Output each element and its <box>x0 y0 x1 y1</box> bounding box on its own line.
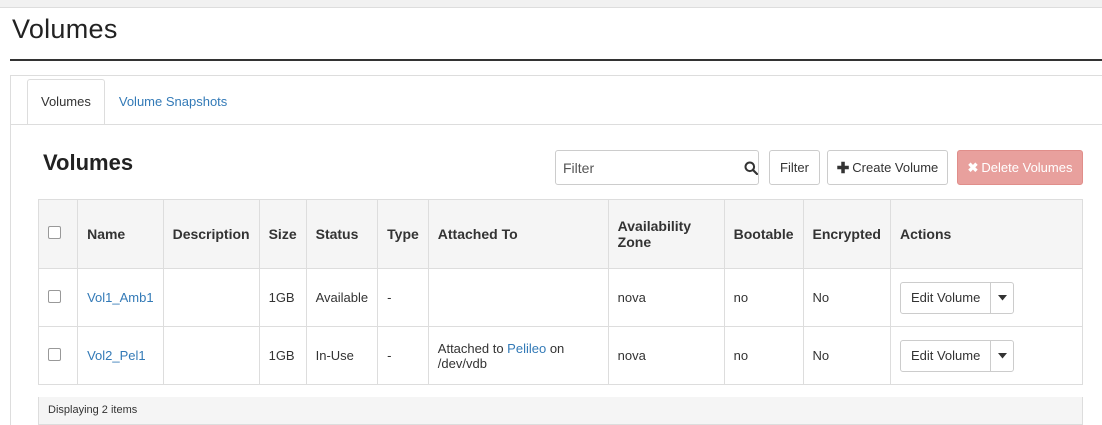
tab-bar: Volumes Volume Snapshots <box>27 79 241 125</box>
filter-input[interactable] <box>556 151 744 184</box>
volume-status: In-Use <box>305 326 379 385</box>
table-row: Vol2_Pel1 1GB In-Use - Attached to Pelil… <box>37 326 1084 385</box>
volume-encrypted: No <box>802 326 891 385</box>
table-footer: Displaying 2 items <box>38 397 1083 425</box>
edit-volume-button[interactable]: Edit Volume <box>901 282 992 313</box>
top-strip <box>0 0 1102 8</box>
plus-icon: ✚ <box>836 159 850 177</box>
create-volume-button[interactable]: ✚ Create Volume <box>827 150 948 185</box>
volume-size: 1GB <box>258 326 307 385</box>
column-header-attached-to[interactable]: Attached To <box>427 199 609 269</box>
tabs-divider <box>11 124 1102 125</box>
volume-bootable: no <box>723 326 804 385</box>
volume-attached-to: Attached to Pelileo on /dev/vdb <box>427 326 609 385</box>
column-header-description[interactable]: Description <box>162 199 260 269</box>
section-title: Volumes <box>43 150 134 175</box>
volume-bootable: no <box>723 268 804 327</box>
volume-actions-cell: Edit Volume <box>889 326 1084 385</box>
volume-availability-zone: nova <box>607 326 725 385</box>
volume-type: - <box>377 268 429 327</box>
column-header-type[interactable]: Type <box>377 199 429 269</box>
title-divider <box>10 59 1102 61</box>
row-checkbox[interactable] <box>48 289 61 303</box>
column-header-status[interactable]: Status <box>305 199 379 269</box>
volume-attached-to <box>427 268 609 327</box>
attached-instance-link[interactable]: Pelileo <box>507 341 546 356</box>
caret-down-icon[interactable] <box>991 341 1013 371</box>
table-row: Vol1_Amb1 1GB Available - nova no No Edi… <box>37 268 1084 327</box>
filter-button[interactable]: Filter <box>769 150 820 185</box>
volume-availability-zone: nova <box>607 268 725 327</box>
table-header-row: Name Description Size Status Type Attach… <box>37 199 1084 269</box>
filter-box <box>555 150 759 185</box>
volume-name-link[interactable]: Vol1_Amb1 <box>77 268 164 327</box>
volume-name-link[interactable]: Vol2_Pel1 <box>77 326 164 385</box>
volume-description <box>162 326 260 385</box>
column-header-name[interactable]: Name <box>77 199 164 269</box>
caret-down-icon[interactable] <box>991 283 1013 313</box>
delete-volumes-button[interactable]: ✖ Delete Volumes <box>957 150 1083 185</box>
page-title: Volumes <box>12 14 118 44</box>
column-header-bootable[interactable]: Bootable <box>723 199 804 269</box>
row-action-group: Edit Volume <box>899 281 1015 314</box>
volume-actions-cell: Edit Volume <box>889 268 1084 327</box>
delete-volumes-label: Delete Volumes <box>981 160 1073 175</box>
row-select-cell <box>37 326 79 385</box>
create-volume-label: Create Volume <box>852 160 939 175</box>
row-select-cell <box>37 268 79 327</box>
row-action-group: Edit Volume <box>899 339 1015 372</box>
volume-type: - <box>377 326 429 385</box>
volume-description <box>162 268 260 327</box>
volumes-table: Name Description Size Status Type Attach… <box>37 199 1084 385</box>
close-icon: ✖ <box>967 159 979 175</box>
row-checkbox[interactable] <box>48 347 61 361</box>
select-all-checkbox[interactable] <box>48 226 61 239</box>
tab-volumes[interactable]: Volumes <box>27 79 105 125</box>
column-header-actions: Actions <box>889 199 1084 269</box>
search-icon[interactable] <box>744 161 758 175</box>
attached-prefix: Attached to <box>437 340 508 356</box>
volume-status: Available <box>305 268 379 327</box>
edit-volume-button[interactable]: Edit Volume <box>901 340 992 371</box>
column-header-encrypted[interactable]: Encrypted <box>802 199 891 269</box>
column-header-size[interactable]: Size <box>258 199 307 269</box>
select-all-cell <box>37 199 79 269</box>
volume-size: 1GB <box>258 268 307 327</box>
tab-volume-snapshots[interactable]: Volume Snapshots <box>105 79 241 125</box>
volume-encrypted: No <box>802 268 891 327</box>
column-header-availability-zone[interactable]: Availability Zone <box>607 199 725 269</box>
